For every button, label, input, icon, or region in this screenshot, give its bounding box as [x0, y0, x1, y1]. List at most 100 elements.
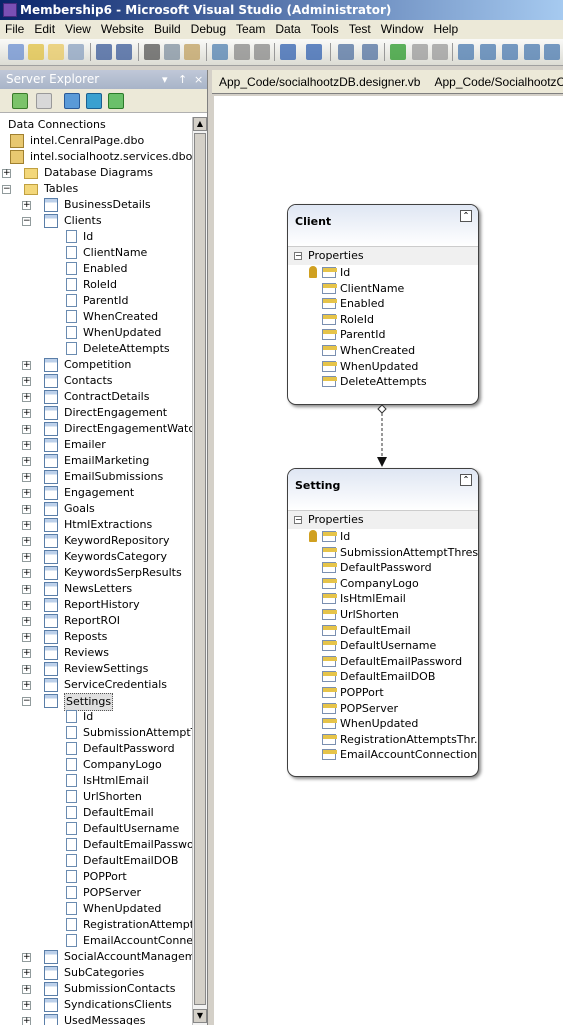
tree-column[interactable]: DefaultUsername — [0, 821, 192, 837]
tree-table[interactable]: + Reposts — [0, 629, 192, 645]
tree-table-settings[interactable]: − Settings — [0, 693, 192, 711]
tree-data-connections[interactable]: Data Connections — [0, 117, 192, 133]
expander-plus-icon[interactable]: + — [22, 1017, 31, 1025]
tree-table-clients[interactable]: − Clients — [0, 213, 192, 229]
expander-plus-icon[interactable]: + — [22, 969, 31, 978]
tree-table[interactable]: + KeywordsCategory — [0, 549, 192, 565]
expander-plus-icon[interactable]: + — [22, 201, 31, 210]
setting-entity-header[interactable]: Setting ⌃ — [288, 469, 478, 511]
client-entity-shape[interactable]: Client ⌃ − Properties Id ClientName Enable… — [287, 204, 479, 405]
tree-column[interactable]: WhenCreated — [0, 309, 192, 325]
connect-to-sharepoint-icon[interactable] — [108, 93, 124, 109]
client-property[interactable]: Enabled — [288, 296, 478, 312]
setting-property[interactable]: DefaultEmail — [288, 623, 478, 639]
setting-property[interactable]: DefaultUsername — [288, 638, 478, 654]
tree-table[interactable]: + ReportROI — [0, 613, 192, 629]
expander-plus-icon[interactable]: + — [22, 537, 31, 546]
tree-table[interactable]: + BusinessDetails — [0, 197, 192, 213]
setting-properties-section[interactable]: − Properties — [288, 511, 478, 529]
pin-icon[interactable]: ↑ — [178, 70, 187, 89]
tree-column[interactable]: SubmissionAttemptThr — [0, 725, 192, 741]
tree-column[interactable]: ParentId — [0, 293, 192, 309]
scroll-down-arrow-icon[interactable]: ▼ — [193, 1009, 207, 1023]
expander-plus-icon[interactable]: + — [22, 441, 31, 450]
tree-table[interactable]: + ServiceCredentials — [0, 677, 192, 693]
tree-table[interactable]: + DirectEngagementWatchw — [0, 421, 192, 437]
connect-to-server-icon[interactable] — [86, 93, 102, 109]
expander-plus-icon[interactable]: + — [22, 601, 31, 610]
expander-plus-icon[interactable]: + — [22, 681, 31, 690]
tree-table[interactable]: + SubmissionContacts — [0, 981, 192, 997]
tree-table[interactable]: + Emailer — [0, 437, 192, 453]
menu-view[interactable]: View — [60, 20, 96, 38]
collapse-minus-icon[interactable]: − — [294, 252, 302, 260]
client-properties-section[interactable]: − Properties — [288, 247, 478, 265]
tree-database-diagrams[interactable]: + Database Diagrams — [0, 165, 192, 181]
setting-property[interactable]: DefaultPassword — [288, 560, 478, 576]
dropdown-icon[interactable]: ▾ — [162, 70, 168, 89]
tree-column[interactable]: RegistrationAttemptsT — [0, 917, 192, 933]
tree-column[interactable]: CompanyLogo — [0, 757, 192, 773]
tree-column[interactable]: WhenUpdated — [0, 325, 192, 341]
expander-plus-icon[interactable]: + — [22, 393, 31, 402]
start-page-icon[interactable] — [544, 44, 560, 60]
tree-column[interactable]: UrlShorten — [0, 789, 192, 805]
menu-data[interactable]: Data — [270, 20, 305, 38]
setting-property[interactable]: IsHtmlEmail — [288, 591, 478, 607]
tree-column[interactable]: Id — [0, 229, 192, 245]
cut-icon[interactable] — [144, 44, 160, 60]
expander-plus-icon[interactable]: + — [2, 169, 11, 178]
setting-property[interactable]: RegistrationAttemptsThr... — [288, 732, 478, 748]
expander-plus-icon[interactable]: + — [22, 665, 31, 674]
scrollbar-thumb[interactable] — [194, 133, 206, 1005]
tree-table[interactable]: + KeywordRepository — [0, 533, 192, 549]
object-browser-icon[interactable] — [502, 44, 518, 60]
client-property[interactable]: WhenCreated — [288, 343, 478, 359]
paste-icon[interactable] — [184, 44, 200, 60]
connect-to-database-icon[interactable] — [64, 93, 80, 109]
solution-explorer-icon[interactable] — [458, 44, 474, 60]
association-connector[interactable] — [374, 401, 394, 471]
expander-minus-icon[interactable]: − — [22, 217, 31, 226]
start-debugging-icon[interactable] — [390, 44, 406, 60]
tree-column[interactable]: Id — [0, 709, 192, 725]
stop-debugging-icon[interactable] — [432, 44, 448, 60]
client-property[interactable]: ParentId — [288, 327, 478, 343]
properties-window-icon[interactable] — [480, 44, 496, 60]
tree-column[interactable]: IsHtmlEmail — [0, 773, 192, 789]
menu-team[interactable]: Team — [231, 20, 270, 38]
tree-column[interactable]: POPServer — [0, 885, 192, 901]
tree-column[interactable]: DefaultPassword — [0, 741, 192, 757]
uncomment-icon[interactable] — [254, 44, 270, 60]
tree-column[interactable]: DefaultEmail — [0, 805, 192, 821]
menu-build[interactable]: Build — [149, 20, 186, 38]
setting-entity-shape[interactable]: Setting ⌃ − Properties Id SubmissionAttem… — [287, 468, 479, 777]
open-file-icon[interactable] — [48, 44, 64, 60]
close-icon[interactable]: × — [194, 70, 203, 89]
tree-column[interactable]: DefaultEmailDOB — [0, 853, 192, 869]
expander-plus-icon[interactable]: + — [22, 409, 31, 418]
stop-refresh-icon[interactable] — [36, 93, 52, 109]
expander-plus-icon[interactable]: + — [22, 553, 31, 562]
client-property[interactable]: ClientName — [288, 281, 478, 297]
find-icon[interactable] — [212, 44, 228, 60]
tree-table[interactable]: + Competition — [0, 357, 192, 373]
tree-table[interactable]: + ContractDetails — [0, 389, 192, 405]
undo-icon[interactable] — [280, 44, 296, 60]
expander-plus-icon[interactable]: + — [22, 617, 31, 626]
expander-plus-icon[interactable]: + — [22, 953, 31, 962]
tree-column[interactable]: Enabled — [0, 261, 192, 277]
tree-vertical-scrollbar[interactable]: ▲ ▼ — [192, 117, 207, 1025]
linq-designer-surface[interactable]: Client ⌃ − Properties Id ClientName Enable… — [214, 96, 563, 1025]
menu-window[interactable]: Window — [376, 20, 429, 38]
expander-minus-icon[interactable]: − — [2, 185, 11, 194]
tree-table[interactable]: + NewsLetters — [0, 581, 192, 597]
expander-minus-icon[interactable]: − — [22, 697, 31, 706]
save-icon[interactable] — [96, 44, 112, 60]
tree-table[interactable]: + Reviews — [0, 645, 192, 661]
tree-table[interactable]: + SyndicationsClients — [0, 997, 192, 1013]
tree-column[interactable]: POPPort — [0, 869, 192, 885]
tree-table[interactable]: + Contacts — [0, 373, 192, 389]
tree-table[interactable]: + UsedMessages — [0, 1013, 192, 1025]
menu-edit[interactable]: Edit — [29, 20, 60, 38]
